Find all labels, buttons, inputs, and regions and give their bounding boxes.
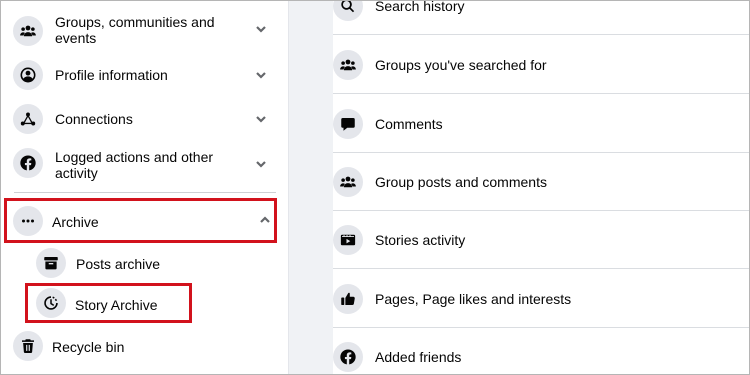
list-item-label: Group posts and comments — [375, 174, 547, 190]
list-item-label: Comments — [375, 116, 443, 132]
sidebar-item-label: Posts archive — [76, 256, 161, 272]
sidebar: Groups, communities and events Profile i… — [0, 0, 289, 375]
profile-icon — [13, 60, 43, 90]
search-icon — [333, 0, 363, 21]
archive-highlight-box — [4, 198, 277, 243]
chevron-down-icon[interactable] — [255, 158, 267, 170]
sidebar-item-label-line2: activity — [55, 165, 98, 181]
list-item-label: Pages, Page likes and interests — [375, 291, 572, 307]
list-item-label: Groups you've searched for — [375, 57, 547, 73]
groups-icon — [13, 16, 43, 46]
archive-box-icon — [36, 248, 66, 278]
activity-list: Search history Groups you've searched fo… — [333, 0, 750, 375]
sidebar-item-recycle-bin[interactable]: Recycle bin — [0, 330, 289, 362]
sidebar-item-label: Recycle bin — [52, 339, 125, 355]
list-item-pages-likes[interactable]: Pages, Page likes and interests — [333, 270, 750, 328]
sidebar-item-label: Profile information — [55, 67, 168, 83]
facebook-icon — [333, 342, 363, 372]
sidebar-item-label: Connections — [55, 111, 133, 127]
sidebar-item-posts-archive[interactable]: Posts archive — [0, 247, 289, 279]
list-item-label: Added friends — [375, 349, 462, 365]
chevron-down-icon[interactable] — [255, 23, 267, 35]
groups-icon — [333, 167, 363, 197]
sidebar-item-label-line2: events — [55, 30, 97, 46]
list-item-label: Search history — [375, 0, 465, 14]
list-item-added-friends[interactable]: Added friends — [333, 328, 750, 375]
sidebar-item-groups[interactable]: Groups, communities and events — [0, 10, 289, 52]
sidebar-item-connections[interactable]: Connections — [0, 102, 289, 136]
chevron-down-icon[interactable] — [255, 113, 267, 125]
story-archive-highlight-box — [25, 283, 192, 323]
chevron-down-icon[interactable] — [255, 69, 267, 81]
stories-icon — [333, 225, 363, 255]
sidebar-item-profile-information[interactable]: Profile information — [0, 58, 289, 92]
list-item-label: Stories activity — [375, 232, 466, 248]
gutter — [289, 0, 333, 375]
connections-icon — [13, 104, 43, 134]
sidebar-item-logged-actions[interactable]: Logged actions and other activity — [0, 144, 289, 186]
thumbs-up-icon — [333, 284, 363, 314]
groups-icon — [333, 50, 363, 80]
comment-icon — [333, 109, 363, 139]
list-item-groups-searched[interactable]: Groups you've searched for — [333, 36, 750, 94]
sidebar-item-label: Logged actions and other — [55, 149, 214, 165]
list-item-comments[interactable]: Comments — [333, 95, 750, 153]
trash-icon — [13, 331, 43, 361]
list-item-stories-activity[interactable]: Stories activity — [333, 211, 750, 269]
divider — [14, 192, 276, 193]
facebook-icon — [13, 148, 43, 178]
sidebar-item-label: Groups, communities and — [55, 14, 215, 30]
list-item-group-posts[interactable]: Group posts and comments — [333, 153, 750, 211]
list-item-search-history[interactable]: Search history — [333, 0, 750, 35]
